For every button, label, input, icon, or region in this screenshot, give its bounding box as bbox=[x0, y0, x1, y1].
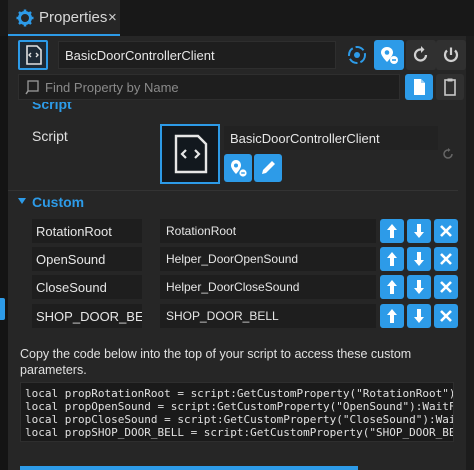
code-line: local propOpenSound = script:GetCustomPr… bbox=[25, 400, 454, 413]
script-asset-thumbnail[interactable] bbox=[160, 124, 220, 184]
arrow-down-icon bbox=[414, 280, 424, 294]
dock-indicator[interactable] bbox=[0, 298, 5, 320]
delete-property-button[interactable] bbox=[434, 247, 458, 271]
location-pin-icon bbox=[381, 47, 398, 64]
custom-property-name[interactable]: CloseSound bbox=[32, 275, 142, 299]
custom-property-name[interactable]: RotationRoot bbox=[32, 219, 142, 243]
object-name-field[interactable]: BasicDoorControllerClient bbox=[58, 41, 336, 69]
close-icon bbox=[440, 225, 452, 237]
arrow-up-icon bbox=[387, 309, 397, 323]
custom-property-name[interactable]: OpenSound bbox=[32, 247, 142, 271]
custom-property-name[interactable]: SHOP_DOOR_BEL bbox=[32, 304, 142, 328]
tab-title: Properties bbox=[39, 9, 108, 26]
search-icon bbox=[25, 79, 41, 95]
arrow-down-icon bbox=[414, 309, 424, 323]
custom-section-label: Custom bbox=[32, 194, 85, 210]
arrow-up-icon bbox=[387, 252, 397, 266]
script-section-label: Script bbox=[32, 102, 72, 112]
script-section-header[interactable]: Script bbox=[8, 102, 458, 112]
revert-icon bbox=[413, 46, 428, 62]
gear-icon bbox=[16, 9, 34, 27]
reset-icon[interactable] bbox=[440, 146, 456, 162]
arrow-up-icon bbox=[387, 224, 397, 238]
tab-properties[interactable]: Properties × bbox=[8, 0, 120, 36]
code-snippet-box[interactable]: local propRotationRoot = script:GetCusto… bbox=[20, 382, 454, 442]
script-locate-button[interactable] bbox=[224, 154, 252, 182]
custom-property-hint: Copy the code below into the top of your… bbox=[20, 347, 412, 377]
script-edit-button[interactable] bbox=[254, 154, 282, 182]
clipboard-button[interactable] bbox=[436, 74, 464, 100]
code-line: local propCloseSound = script:GetCustomP… bbox=[25, 413, 454, 426]
script-property-label: Script bbox=[32, 128, 68, 144]
delete-property-button[interactable] bbox=[434, 304, 458, 328]
close-icon bbox=[440, 281, 452, 293]
close-icon bbox=[440, 310, 452, 322]
tab-close-button[interactable]: × bbox=[108, 9, 117, 26]
chevron-down-icon bbox=[18, 198, 26, 204]
find-property-search[interactable]: Find Property by Name bbox=[18, 74, 400, 100]
pin-button[interactable] bbox=[374, 40, 404, 70]
horizontal-scrollbar[interactable] bbox=[20, 466, 358, 470]
move-up-button[interactable] bbox=[380, 275, 404, 299]
custom-property-row: OpenSound Helper_DoorOpenSound bbox=[32, 247, 458, 271]
network-icon[interactable] bbox=[342, 40, 372, 70]
search-placeholder: Find Property by Name bbox=[45, 80, 179, 95]
move-down-button[interactable] bbox=[407, 304, 431, 328]
custom-property-row: RotationRoot RotationRoot bbox=[32, 219, 458, 243]
close-icon bbox=[440, 253, 452, 265]
move-down-button[interactable] bbox=[407, 275, 431, 299]
custom-property-value[interactable]: Helper_DoorOpenSound bbox=[160, 247, 376, 271]
tab-bar: Properties × bbox=[0, 0, 474, 36]
power-button[interactable] bbox=[436, 40, 466, 70]
clipboard-icon bbox=[444, 78, 456, 96]
code-line: local propRotationRoot = script:GetCusto… bbox=[25, 387, 454, 400]
custom-property-row: SHOP_DOOR_BEL SHOP_DOOR_BELL bbox=[32, 304, 458, 328]
pencil-icon bbox=[262, 161, 275, 174]
custom-section-header[interactable]: Custom bbox=[8, 190, 458, 212]
script-asset-name[interactable]: BasicDoorControllerClient bbox=[224, 126, 438, 150]
code-line: local propSHOP_DOOR_BELL = script:GetCus… bbox=[25, 426, 454, 439]
location-pin-icon bbox=[231, 160, 247, 177]
custom-property-value[interactable]: RotationRoot bbox=[160, 219, 376, 243]
script-file-icon bbox=[18, 40, 48, 70]
move-up-button[interactable] bbox=[380, 247, 404, 271]
move-up-button[interactable] bbox=[380, 219, 404, 243]
delete-property-button[interactable] bbox=[434, 275, 458, 299]
left-dock-strip bbox=[0, 36, 8, 470]
revert-button[interactable] bbox=[406, 40, 436, 70]
move-down-button[interactable] bbox=[407, 247, 431, 271]
power-icon bbox=[443, 47, 459, 62]
script-file-icon bbox=[174, 134, 208, 174]
arrow-down-icon bbox=[414, 224, 424, 238]
custom-property-value[interactable]: Helper_DoorCloseSound bbox=[160, 275, 376, 299]
move-down-button[interactable] bbox=[407, 219, 431, 243]
copy-page-button[interactable] bbox=[405, 74, 433, 100]
move-up-button[interactable] bbox=[380, 304, 404, 328]
custom-property-row: CloseSound Helper_DoorCloseSound bbox=[32, 275, 458, 299]
arrow-down-icon bbox=[414, 252, 424, 266]
page-icon bbox=[414, 79, 425, 95]
custom-property-value[interactable]: SHOP_DOOR_BELL bbox=[160, 304, 376, 328]
delete-property-button[interactable] bbox=[434, 219, 458, 243]
arrow-up-icon bbox=[387, 280, 397, 294]
